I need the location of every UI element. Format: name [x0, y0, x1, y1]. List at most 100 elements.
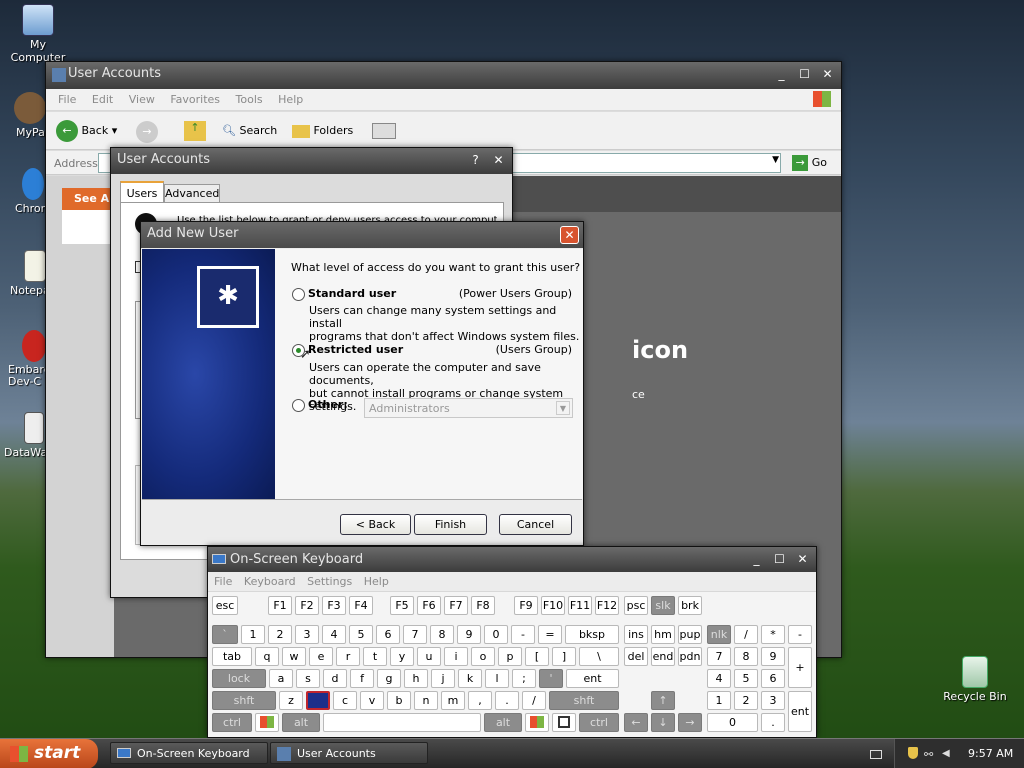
key-left-shift[interactable]: shft	[212, 691, 276, 710]
key-del[interactable]: del	[624, 647, 648, 666]
close-button[interactable]: ✕	[793, 551, 812, 569]
cancel-button[interactable]: Cancel	[499, 514, 572, 535]
key-pup[interactable]: pup	[678, 625, 702, 644]
desktop-icon-notepad[interactable]: Notepa	[4, 250, 50, 297]
key-5[interactable]: 5	[349, 625, 373, 644]
key-numpad-period[interactable]: .	[761, 713, 785, 732]
key-x[interactable]: x	[306, 691, 330, 710]
key-numpad-8[interactable]: 8	[734, 647, 758, 666]
key-semicolon[interactable]: ;	[512, 669, 536, 688]
maximize-button[interactable]: ☐	[770, 551, 789, 569]
volume-icon[interactable]: ◀	[942, 748, 950, 759]
key-right-windows[interactable]	[525, 713, 549, 732]
other-label[interactable]: Other:	[308, 398, 348, 411]
key-left-alt[interactable]: alt	[282, 713, 320, 732]
key-quote[interactable]: '	[539, 669, 563, 688]
key-f6[interactable]: F6	[417, 596, 441, 615]
desktop-icon-embarcadero[interactable]: Embarc Dev-C	[4, 330, 50, 388]
key-1[interactable]: 1	[241, 625, 265, 644]
menu-help[interactable]: Help	[360, 572, 393, 588]
key-p[interactable]: p	[498, 647, 522, 666]
key-f5[interactable]: F5	[390, 596, 414, 615]
menu-keyboard[interactable]: Keyboard	[240, 572, 300, 588]
key-f12[interactable]: F12	[595, 596, 619, 615]
maximize-button[interactable]: ☐	[795, 66, 814, 84]
key-w[interactable]: w	[282, 647, 306, 666]
tab-users[interactable]: Users	[120, 181, 164, 203]
search-button[interactable]: 🔍︎ Search	[222, 124, 277, 137]
standard-user-label[interactable]: Standard user	[308, 287, 396, 300]
help-button[interactable]: ?	[466, 152, 485, 170]
desktop-icon-my-computer[interactable]: My Computer	[1, 4, 75, 64]
key-lbracket[interactable]: [	[525, 647, 549, 666]
key-arrow-left[interactable]: ←	[624, 713, 648, 732]
desktop-icon-recycle-bin[interactable]: Recycle Bin	[938, 656, 1012, 703]
window-titlebar[interactable]: User Accounts _ ☐ ✕	[46, 62, 841, 89]
key-left-ctrl[interactable]: ctrl	[212, 713, 252, 732]
key-rbracket[interactable]: ]	[552, 647, 576, 666]
dialog-titlebar[interactable]: User Accounts ? ✕	[111, 148, 512, 174]
key-f11[interactable]: F11	[568, 596, 592, 615]
key-u[interactable]: u	[417, 647, 441, 666]
key-v[interactable]: v	[360, 691, 384, 710]
close-button[interactable]: ✕	[489, 152, 508, 170]
key-numpad-6[interactable]: 6	[761, 669, 785, 688]
key-end[interactable]: end	[651, 647, 675, 666]
key-backslash[interactable]: \	[579, 647, 619, 666]
menu-file[interactable]: File	[208, 572, 236, 588]
key-e[interactable]: e	[309, 647, 333, 666]
key-a[interactable]: a	[269, 669, 293, 688]
radio-other[interactable]	[292, 399, 305, 412]
key-f2[interactable]: F2	[295, 596, 319, 615]
tab-advanced[interactable]: Advanced	[164, 184, 220, 203]
key-equals[interactable]: =	[538, 625, 562, 644]
key-0[interactable]: 0	[484, 625, 508, 644]
key-3[interactable]: 3	[295, 625, 319, 644]
key-tab[interactable]: tab	[212, 647, 252, 666]
key-c[interactable]: c	[333, 691, 357, 710]
key-numpad-7[interactable]: 7	[707, 647, 731, 666]
network-icon[interactable]: ⚯	[924, 748, 933, 761]
key-m[interactable]: m	[441, 691, 465, 710]
key-hm[interactable]: hm	[651, 625, 675, 644]
back-button[interactable]: < Back	[340, 514, 411, 535]
menu-file[interactable]: File	[52, 89, 82, 110]
security-shield-icon[interactable]	[908, 747, 918, 759]
desktop-icon-mypa[interactable]: MyPa	[4, 92, 46, 139]
radio-standard-user[interactable]	[292, 288, 305, 301]
key-f4[interactable]: F4	[349, 596, 373, 615]
key-f8[interactable]: F8	[471, 596, 495, 615]
key-numpad-enter[interactable]: ent	[788, 691, 812, 732]
key-n[interactable]: n	[414, 691, 438, 710]
key-arrow-right[interactable]: →	[678, 713, 702, 732]
close-button[interactable]: ✕	[818, 66, 837, 84]
keyboard-tray-icon[interactable]	[870, 750, 882, 759]
key-arrow-down[interactable]: ↓	[651, 713, 675, 732]
key-k[interactable]: k	[458, 669, 482, 688]
clock[interactable]: 9:57 AM	[968, 747, 1013, 760]
key-ins[interactable]: ins	[624, 625, 648, 644]
key-9[interactable]: 9	[457, 625, 481, 644]
key-right-shift[interactable]: shft	[549, 691, 619, 710]
key-left-windows[interactable]	[255, 713, 279, 732]
back-button[interactable]: ← Back ▾	[56, 120, 117, 142]
key-f[interactable]: f	[350, 669, 374, 688]
key-f9[interactable]: F9	[514, 596, 538, 615]
key-r[interactable]: r	[336, 647, 360, 666]
key-b[interactable]: b	[387, 691, 411, 710]
key-7[interactable]: 7	[403, 625, 427, 644]
menu-tools[interactable]: Tools	[230, 89, 269, 110]
key-pdn[interactable]: pdn	[678, 647, 702, 666]
key-slk[interactable]: slk	[651, 596, 675, 615]
menu-help[interactable]: Help	[272, 89, 309, 110]
key-brk[interactable]: brk	[678, 596, 702, 615]
key-numpad-star[interactable]: *	[761, 625, 785, 644]
key-comma[interactable]: ,	[468, 691, 492, 710]
finish-button[interactable]: Finish	[414, 514, 487, 535]
menu-settings[interactable]: Settings	[303, 572, 356, 588]
key-s[interactable]: s	[296, 669, 320, 688]
other-group-select[interactable]: Administrators ▼	[364, 398, 573, 418]
menu-view[interactable]: View	[123, 89, 161, 110]
key-numpad-4[interactable]: 4	[707, 669, 731, 688]
key-f7[interactable]: F7	[444, 596, 468, 615]
